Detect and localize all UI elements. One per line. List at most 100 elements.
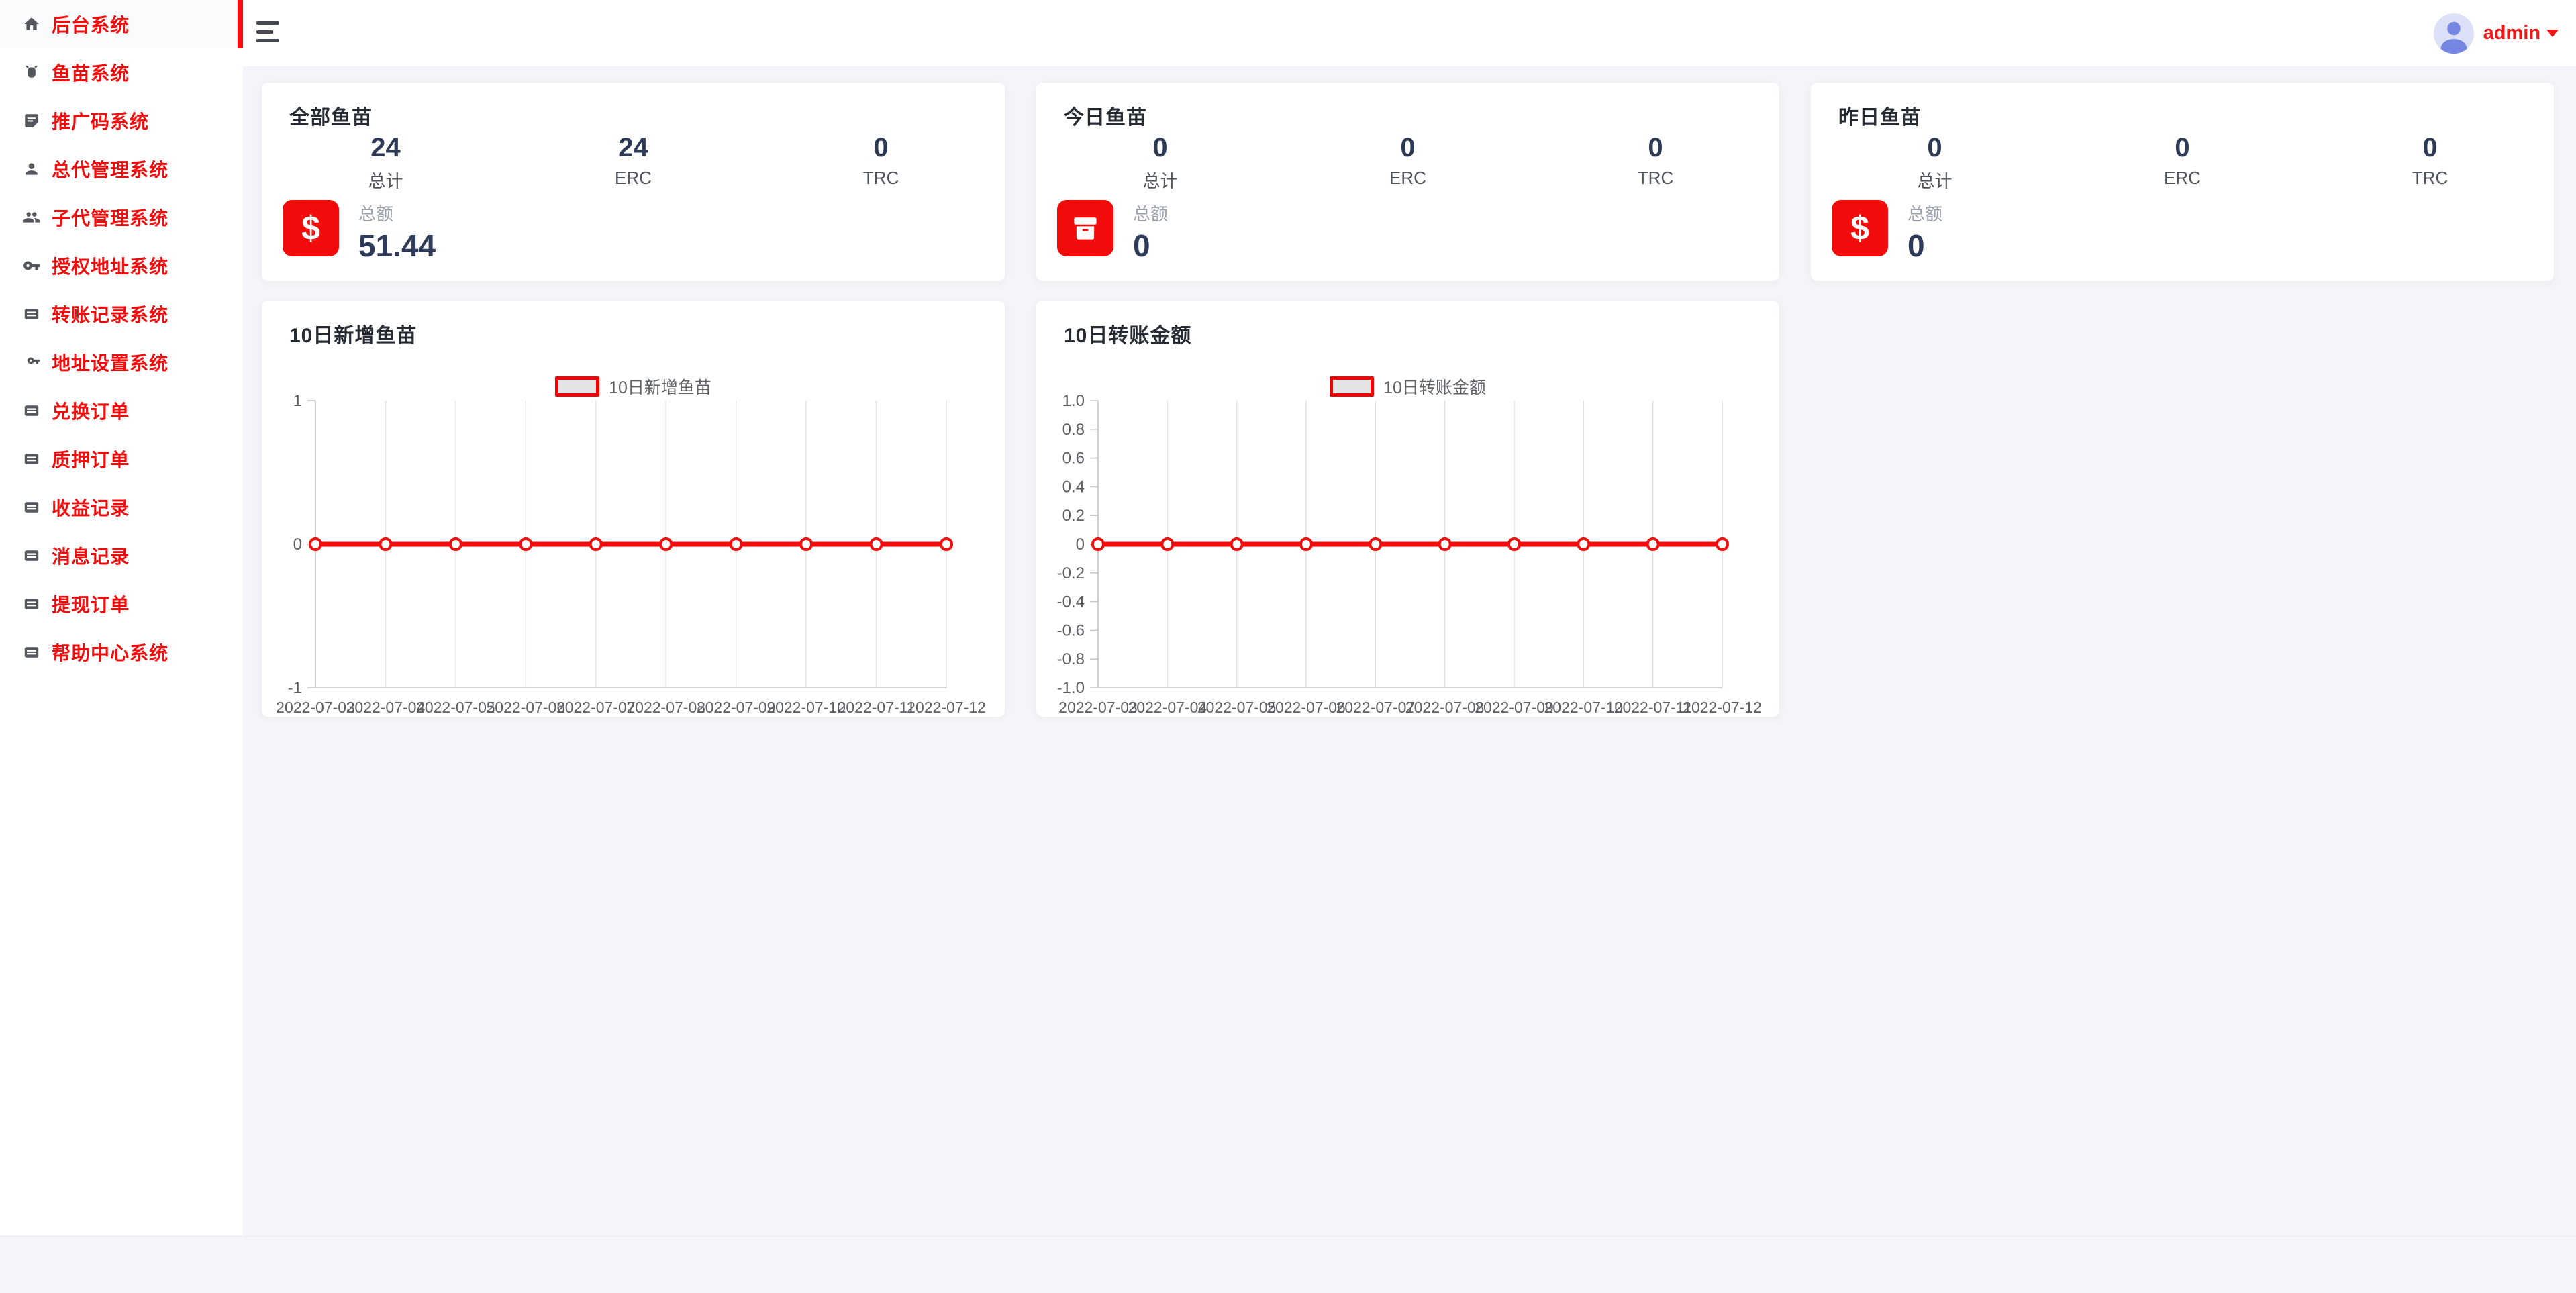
sidebar-item-auth-address[interactable]: 授权地址系统: [0, 242, 243, 290]
sidebar-item-label: 提现订单: [52, 590, 130, 617]
card-icon: [23, 595, 40, 613]
chart-legend[interactable]: 10日新增鱼苗: [262, 376, 1005, 397]
stat-total: 0总计: [1036, 134, 1284, 193]
sidebar-item-label: 总代管理系统: [52, 156, 168, 183]
stat-card-today-fry: 今日鱼苗 0总计 0ERC 0TRC 总额 0: [1036, 83, 1779, 281]
stat-card-yesterday-fry: 昨日鱼苗 0总计 0ERC 0TRC $ 总额 0: [1811, 83, 2554, 281]
stat-erc: 24ERC: [509, 134, 757, 193]
svg-text:-0.4: -0.4: [1057, 593, 1085, 611]
svg-text:2022-07-06: 2022-07-06: [487, 699, 566, 716]
svg-text:2022-07-03: 2022-07-03: [276, 699, 355, 716]
sidebar-item-label: 质押订单: [52, 446, 130, 472]
legend-swatch: [555, 376, 599, 397]
card-icon: [23, 450, 40, 468]
svg-text:2022-07-07: 2022-07-07: [1336, 699, 1416, 716]
sidebar-item-fry-system[interactable]: 鱼苗系统: [0, 48, 243, 97]
home-icon: [23, 15, 40, 33]
card-title: 昨日鱼苗: [1838, 101, 1922, 130]
card-title: 今日鱼苗: [1064, 101, 1147, 130]
chart-legend[interactable]: 10日转账金额: [1036, 376, 1779, 397]
admin-dashboard: 后台系统 鱼苗系统 推广码系统 总代管理系统 子代管理系统 授权地址系统 转账记…: [0, 0, 2576, 1293]
stat-card-all-fry: 全部鱼苗 24总计 24ERC 0TRC $ 总额 51.44: [262, 83, 1005, 281]
svg-text:2022-07-09: 2022-07-09: [697, 699, 776, 716]
dollar-icon: $: [283, 200, 339, 256]
sidebar-item-backend[interactable]: 后台系统: [0, 0, 243, 48]
sidebar-item-withdraw-orders[interactable]: 提现订单: [0, 580, 243, 628]
stat-trc: 0TRC: [2306, 134, 2554, 193]
line-chart-canvas: 1.00.80.60.40.20-0.2-0.4-0.6-0.8-1.02022…: [1036, 301, 1779, 717]
svg-text:2022-07-06: 2022-07-06: [1267, 699, 1346, 716]
sidebar-item-label: 收益记录: [52, 494, 130, 521]
sidebar-item-label: 推广码系统: [52, 107, 149, 134]
sidebar: 后台系统 鱼苗系统 推广码系统 总代管理系统 子代管理系统 授权地址系统 转账记…: [0, 0, 243, 1237]
svg-text:2022-07-11: 2022-07-11: [838, 699, 915, 716]
cow-icon: [23, 64, 40, 81]
svg-text:2022-07-09: 2022-07-09: [1475, 699, 1554, 716]
topbar: admin: [243, 0, 2576, 66]
stat-total: 24总计: [262, 134, 509, 193]
svg-text:0.8: 0.8: [1062, 421, 1085, 439]
svg-text:0: 0: [1076, 535, 1085, 554]
svg-text:-1: -1: [288, 679, 302, 697]
sidebar-item-label: 帮助中心系统: [52, 639, 168, 666]
dollar-icon: $: [1832, 200, 1888, 256]
sidebar-item-transfer-records[interactable]: 转账记录系统: [0, 290, 243, 338]
sidebar-item-help-center[interactable]: 帮助中心系统: [0, 628, 243, 676]
sidebar-item-subagent-admin[interactable]: 子代管理系统: [0, 193, 243, 242]
sidebar-item-label: 授权地址系统: [52, 252, 168, 279]
sidebar-item-address-settings[interactable]: 地址设置系统: [0, 338, 243, 386]
sidebar-item-label: 后台系统: [52, 11, 130, 38]
svg-text:2022-07-04: 2022-07-04: [1128, 699, 1207, 716]
card-icon: [23, 499, 40, 516]
key-icon: [23, 257, 40, 274]
archive-icon: [1057, 200, 1113, 256]
total-amount: 总额 51.44: [358, 201, 436, 262]
svg-text:2022-07-08: 2022-07-08: [1405, 699, 1485, 716]
svg-text:2022-07-10: 2022-07-10: [766, 699, 846, 716]
card-icon: [23, 547, 40, 564]
sidebar-item-exchange-orders[interactable]: 兑换订单: [0, 386, 243, 435]
svg-text:2022-07-12: 2022-07-12: [907, 699, 986, 716]
user-avatar-icon: [2434, 13, 2474, 54]
footer-divider: [0, 1236, 2576, 1237]
svg-text:-0.8: -0.8: [1057, 650, 1085, 668]
sidebar-item-income-records[interactable]: 收益记录: [0, 483, 243, 531]
line-chart-canvas: 10-12022-07-032022-07-042022-07-052022-0…: [262, 301, 1005, 717]
svg-text:0.2: 0.2: [1062, 507, 1085, 525]
sidebar-item-agent-admin[interactable]: 总代管理系统: [0, 145, 243, 193]
sidebar-item-pledge-orders[interactable]: 质押订单: [0, 435, 243, 483]
svg-text:-0.2: -0.2: [1057, 564, 1085, 582]
svg-text:2022-07-12: 2022-07-12: [1683, 699, 1762, 716]
svg-text:0.4: 0.4: [1062, 478, 1085, 496]
total-amount: 总额 0: [1908, 201, 1942, 262]
svg-text:2022-07-04: 2022-07-04: [346, 699, 426, 716]
sidebar-item-message-records[interactable]: 消息记录: [0, 531, 243, 580]
card-icon: [23, 402, 40, 419]
note-icon: [23, 112, 40, 130]
chart-card-new-fry: 10日新增鱼苗 10日新增鱼苗 10-12022-07-032022-07-04…: [262, 301, 1005, 717]
svg-text:2022-07-07: 2022-07-07: [556, 699, 636, 716]
sidebar-item-label: 消息记录: [52, 542, 130, 569]
sidebar-item-label: 地址设置系统: [52, 349, 168, 376]
key-off-icon: [23, 354, 40, 371]
legend-label: 10日新增鱼苗: [609, 374, 711, 399]
card-icon: [23, 305, 40, 323]
stat-erc: 0ERC: [2059, 134, 2306, 193]
hamburger-icon[interactable]: [256, 21, 283, 44]
svg-text:2022-07-05: 2022-07-05: [416, 699, 495, 716]
svg-text:0: 0: [293, 535, 302, 554]
sidebar-item-label: 转账记录系统: [52, 301, 168, 327]
sidebar-item-label: 兑换订单: [52, 397, 130, 424]
sidebar-item-promo-code[interactable]: 推广码系统: [0, 97, 243, 145]
person-icon: [23, 160, 40, 178]
user-menu[interactable]: admin: [2434, 0, 2559, 66]
stat-erc: 0ERC: [1284, 134, 1532, 193]
stat-trc: 0TRC: [1532, 134, 1779, 193]
username: admin: [2483, 22, 2540, 44]
svg-text:-1.0: -1.0: [1057, 679, 1085, 697]
svg-text:2022-07-05: 2022-07-05: [1197, 699, 1277, 716]
svg-text:0.6: 0.6: [1062, 450, 1085, 468]
sidebar-item-label: 子代管理系统: [52, 204, 168, 231]
svg-text:-0.6: -0.6: [1057, 621, 1085, 639]
stat-total: 0总计: [1811, 134, 2059, 193]
